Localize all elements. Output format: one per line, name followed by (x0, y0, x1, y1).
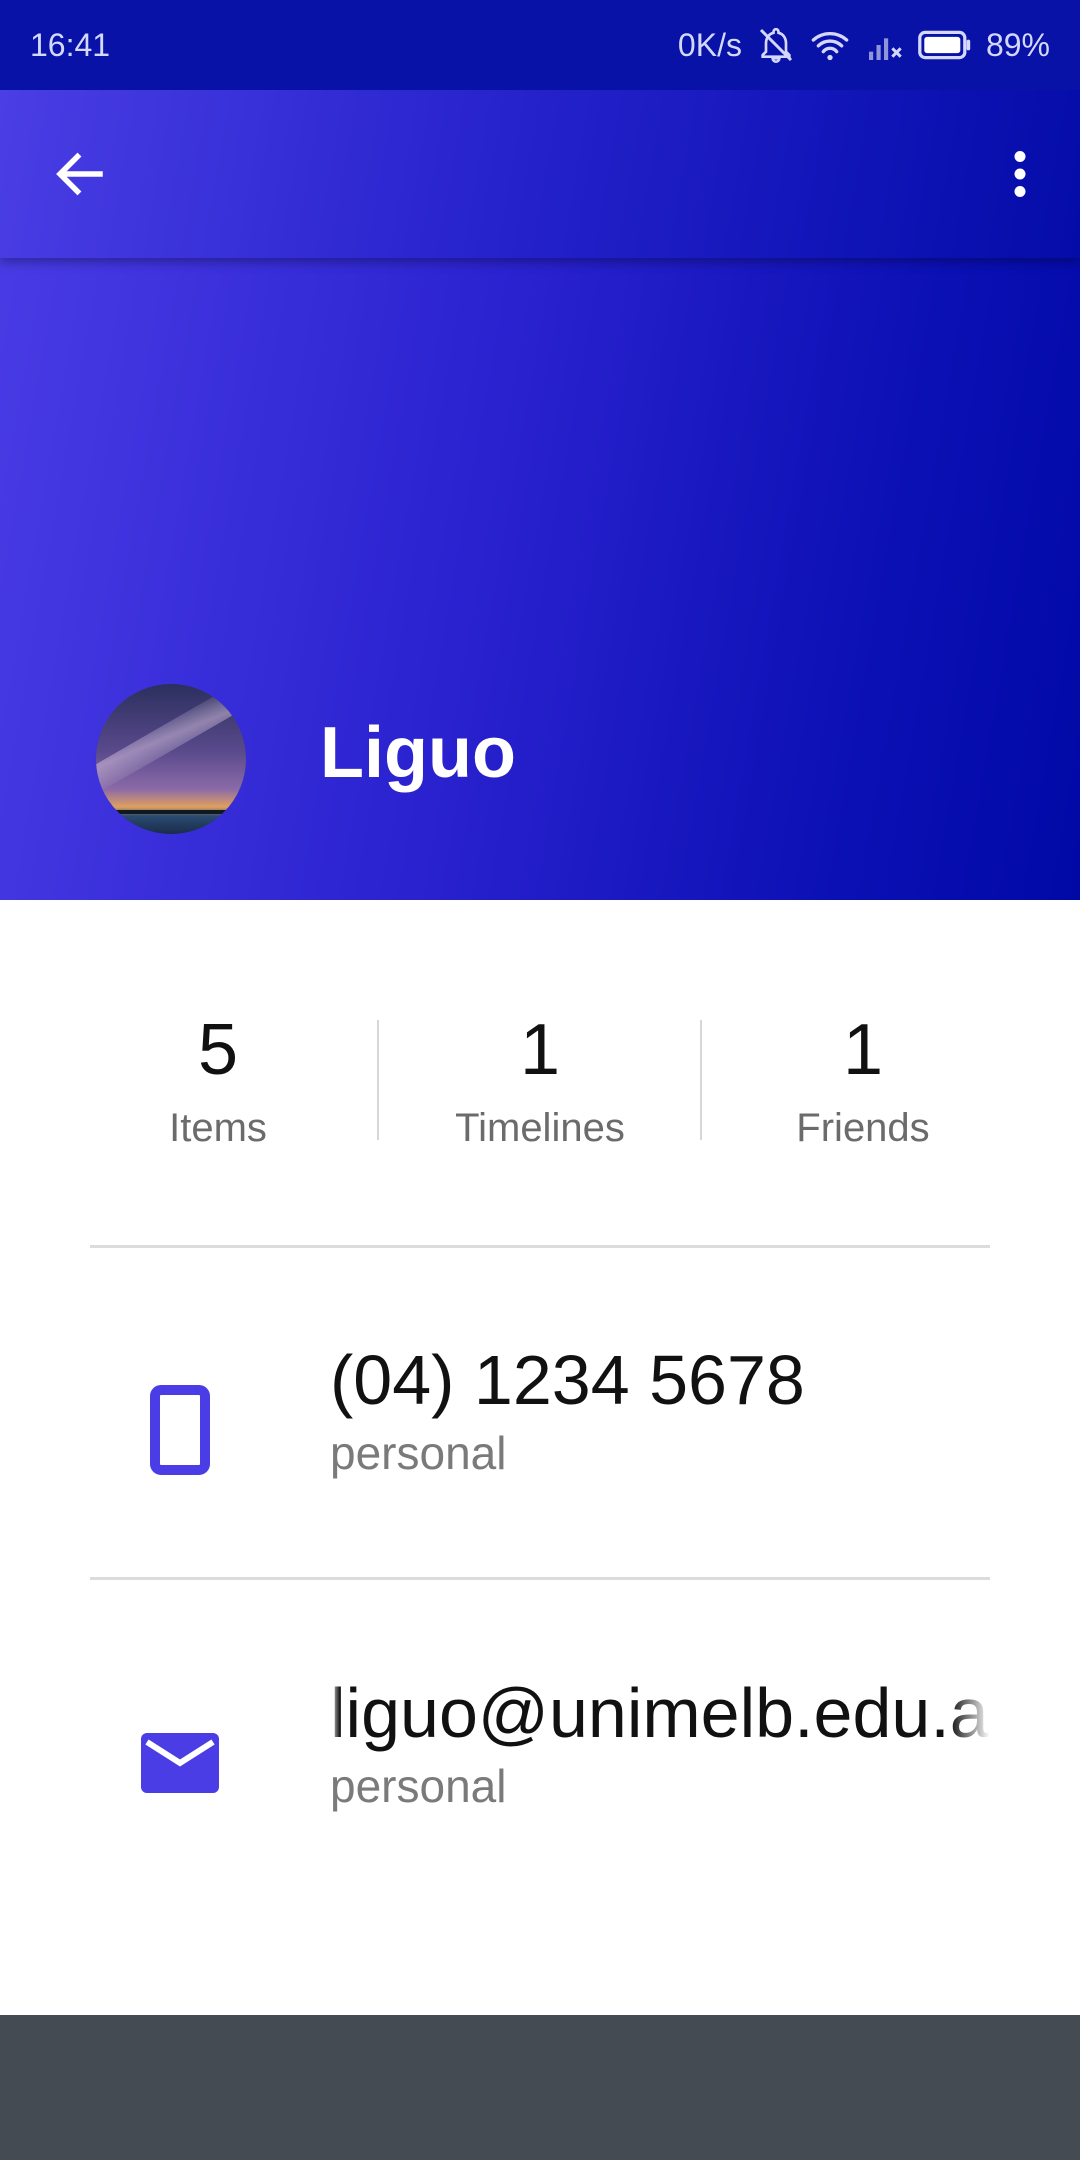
status-bar: 16:41 0K/s 89% (0, 0, 1080, 90)
stat-value: 5 (197, 1010, 239, 1090)
stat-value: 1 (519, 1010, 561, 1090)
bottom-bar (0, 2015, 1080, 2160)
profile-screen: 16:41 0K/s 89% Liguo 5 Items 1 Timelines… (0, 0, 1080, 2160)
profile-header: Liguo (0, 90, 1080, 900)
stat-label: Timelines (455, 1106, 625, 1150)
toolbar (0, 90, 1080, 258)
stat-label: Items (169, 1106, 267, 1150)
stat-items[interactable]: 5 Items (88, 1000, 348, 1151)
stat-divider (700, 1020, 702, 1140)
contact-email-row[interactable]: liguo@unimelb.edu.au personal (0, 1663, 1080, 1863)
phone-icon (130, 1370, 230, 1490)
back-button[interactable] (40, 134, 120, 214)
signal-icon (864, 25, 904, 65)
status-time: 16:41 (30, 26, 111, 63)
status-icons: 0K/s 89% (678, 25, 1050, 65)
wifi-icon (810, 25, 850, 65)
arrow-left-icon (56, 152, 103, 196)
starry-sky-avatar (96, 684, 246, 834)
email-address: liguo@unimelb.edu.au (330, 1674, 990, 1752)
stat-label: Friends (796, 1106, 930, 1150)
stat-timelines[interactable]: 1 Timelines (410, 1000, 670, 1151)
more-vert-icon (1014, 151, 1026, 197)
profile-name: Liguo (320, 713, 516, 793)
bell-off-icon (756, 25, 796, 65)
email-type: personal (330, 1760, 507, 1812)
more-options-button[interactable] (980, 134, 1060, 214)
phone-type: personal (330, 1427, 507, 1479)
stat-friends[interactable]: 1 Friends (733, 1000, 993, 1151)
battery-percent: 89% (985, 26, 1050, 63)
stats-row: 5 Items 1 Timelines 1 Friends (0, 1000, 1080, 1180)
battery-icon (918, 28, 972, 62)
avatar[interactable] (96, 684, 246, 834)
divider (90, 1577, 990, 1580)
email-icon (130, 1703, 230, 1823)
contact-phone-row[interactable]: (04) 1234 5678 personal (0, 1330, 1080, 1530)
phone-number: (04) 1234 5678 (330, 1341, 805, 1419)
stat-value: 1 (842, 1010, 884, 1090)
net-speed: 0K/s (677, 26, 742, 63)
stat-divider (377, 1020, 379, 1140)
divider (90, 1245, 990, 1248)
